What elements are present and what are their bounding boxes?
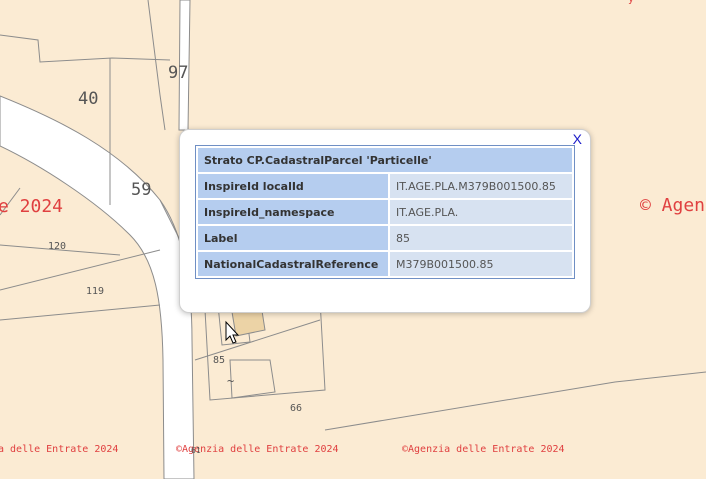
- watermark-top-fragment: y: [628, 0, 634, 5]
- parcel-number-85: 85: [213, 355, 225, 366]
- parcel-number-120: 120: [48, 241, 66, 252]
- table-row: NationalCadastralReference M379B001500.8…: [198, 252, 572, 276]
- attribute-value: M379B001500.85: [390, 252, 572, 276]
- parcel-number-40: 40: [78, 89, 98, 109]
- parcel-number-119: 119: [86, 286, 104, 297]
- stray-number: 61: [191, 446, 201, 455]
- feature-info-popup: X Strato CP.CadastralParcel 'Particelle'…: [179, 129, 591, 313]
- parcel-number-97: 97: [168, 63, 188, 83]
- watermark-right-large: © Agen: [640, 195, 705, 216]
- watermark-bottom-3: ©Agenzia delle Entrate 2024: [402, 444, 565, 455]
- table-header-row: Strato CP.CadastralParcel 'Particelle': [198, 148, 572, 172]
- attribute-name: InspireId localId: [198, 174, 388, 198]
- attribute-name: NationalCadastralReference: [198, 252, 388, 276]
- parcel-number-59: 59: [131, 180, 151, 200]
- parcel-number-66: 66: [290, 403, 302, 414]
- parcel-mark-tilde: ~: [227, 374, 234, 388]
- table-row: InspireId localId IT.AGE.PLA.M379B001500…: [198, 174, 572, 198]
- feature-info-table: Strato CP.CadastralParcel 'Particelle' I…: [195, 145, 575, 279]
- layer-title: Strato CP.CadastralParcel 'Particelle': [198, 148, 572, 172]
- attribute-name: InspireId_namespace: [198, 200, 388, 224]
- attribute-name: Label: [198, 226, 388, 250]
- attribute-value: 85: [390, 226, 572, 250]
- table-row: InspireId_namespace IT.AGE.PLA.: [198, 200, 572, 224]
- watermark-left-large: e 2024: [0, 196, 63, 217]
- table-row: Label 85: [198, 226, 572, 250]
- attribute-value: IT.AGE.PLA.M379B001500.85: [390, 174, 572, 198]
- watermark-bottom-1: a delle Entrate 2024: [0, 444, 118, 455]
- attribute-value: IT.AGE.PLA.: [390, 200, 572, 224]
